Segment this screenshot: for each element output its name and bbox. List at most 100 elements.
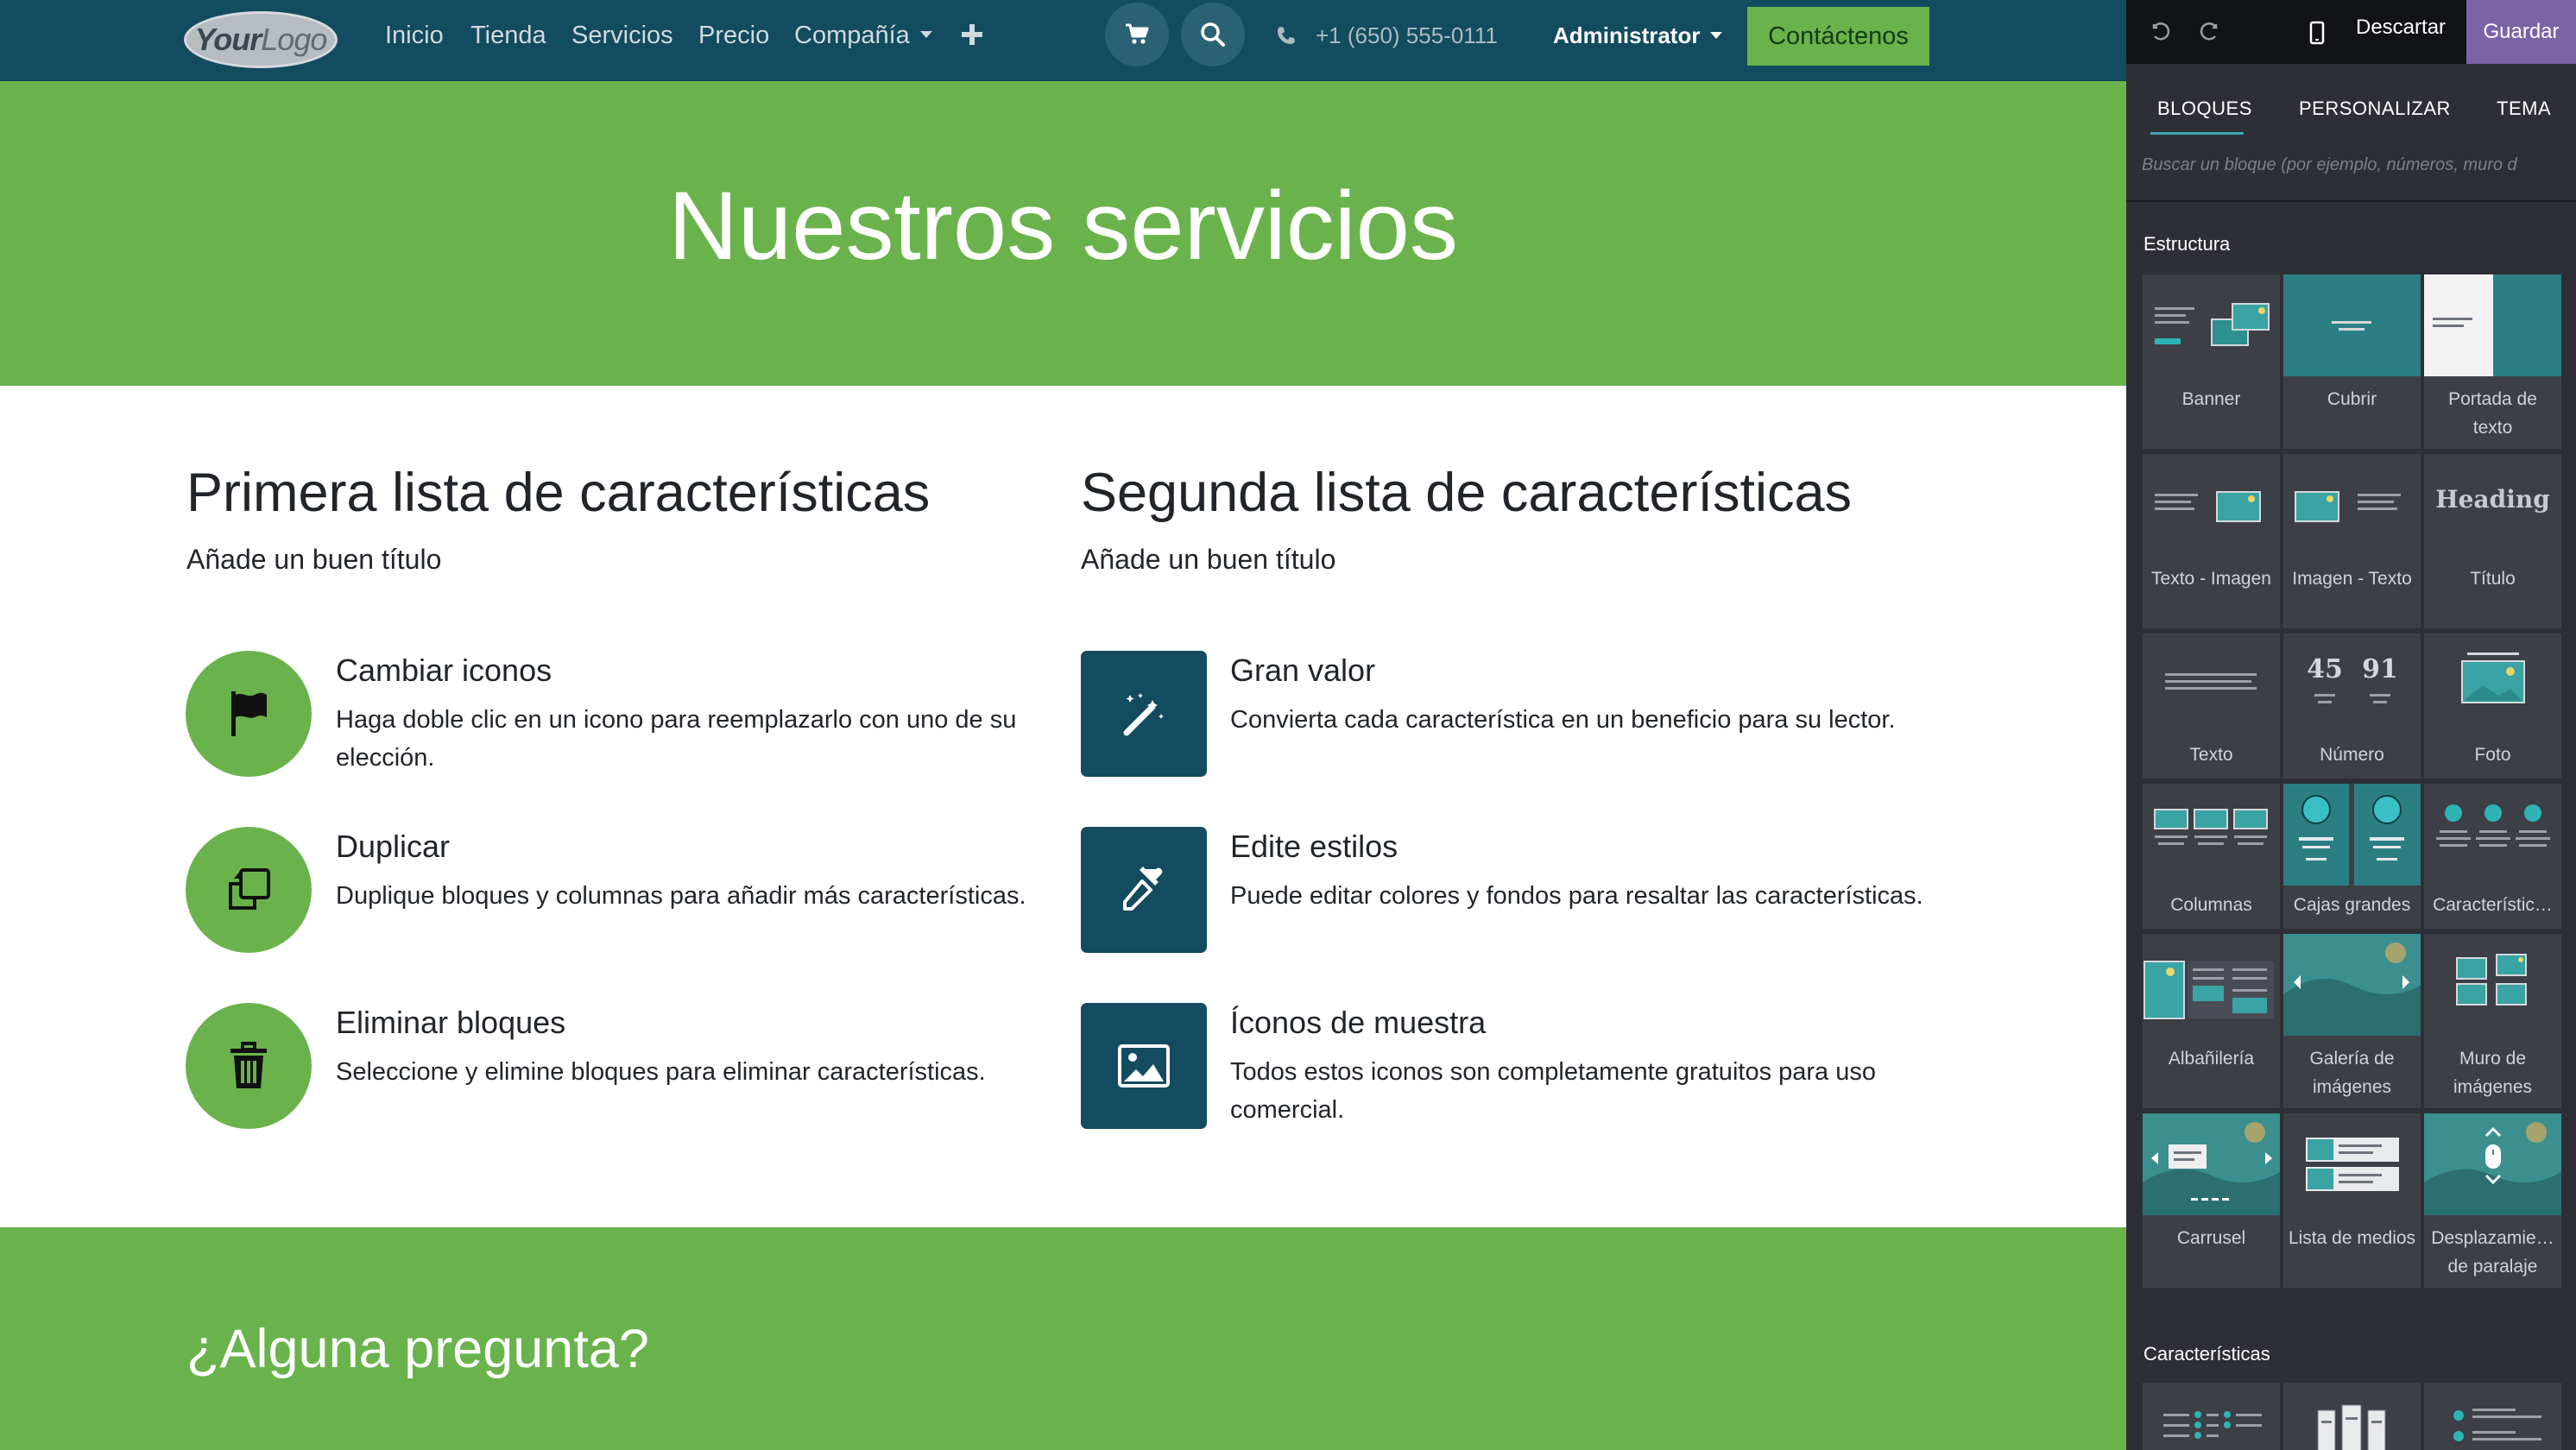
block-foto[interactable]: Foto [2424, 634, 2561, 779]
block-label: Característic… [2433, 895, 2553, 915]
nav-compania-label: Compañía [794, 22, 910, 49]
user-caret-icon [1710, 32, 1723, 40]
nav-servicios[interactable]: Servicios [571, 0, 673, 71]
user-name: Administrator [1553, 22, 1701, 48]
block-cajas-grandes[interactable]: Cajas grandes [2283, 784, 2421, 929]
divider [2126, 200, 2576, 202]
feature-title: Eliminar bloques [336, 1005, 566, 1040]
parallax-thumb-icon [2424, 1113, 2561, 1215]
block-albanileria[interactable]: Albañilería [2143, 934, 2280, 1108]
phone-icon [1278, 27, 1295, 44]
gallery-thumb-icon [2283, 934, 2421, 1036]
photo-thumb-icon [2461, 652, 2525, 703]
text-cover-thumb-icon [2424, 274, 2561, 376]
block-columnas[interactable]: Columnas [2143, 784, 2280, 929]
text-thumb-icon [2165, 673, 2257, 690]
block-label: Portada de texto [2448, 389, 2537, 438]
feature-text: Seleccione y elimine bloques para elimin… [336, 1058, 986, 1086]
contact-button[interactable]: Contáctenos [1747, 7, 1929, 66]
mobile-preview-icon[interactable] [2300, 16, 2334, 50]
image-icon[interactable] [1081, 1003, 1207, 1129]
tab-bloques[interactable]: BLOQUES [2157, 98, 2252, 120]
block-features-1[interactable] [2143, 1383, 2280, 1450]
block-paralaje[interactable]: Desplazamie… de paralaje [2424, 1113, 2561, 1288]
block-portada-texto[interactable]: Portada de texto [2424, 274, 2561, 449]
tab-personalizar[interactable]: PERSONALIZAR [2299, 98, 2451, 120]
undo-icon[interactable] [2144, 16, 2178, 50]
trash-icon[interactable] [186, 1003, 312, 1129]
magic-wand-icon[interactable] [1081, 651, 1207, 777]
feature-columns-thumb-icon [2453, 1409, 2541, 1441]
number-thumb-text-2: 91 [2362, 654, 2398, 684]
cta-title: ¿Alguna pregunta? [186, 1319, 649, 1379]
block-imagen-texto[interactable]: Imagen - Texto [2283, 454, 2421, 628]
number-thumb-text-1: 45 [2307, 654, 2343, 684]
redo-icon[interactable] [2192, 16, 2226, 50]
block-titulo[interactable]: Heading Título [2424, 454, 2561, 628]
feature-title: Cambiar iconos [336, 652, 552, 688]
number-thumb-lines-icon [2314, 694, 2390, 703]
section-label-caracteristicas: Características [2144, 1343, 2270, 1365]
phone-link[interactable]: +1 (650) 555-0111 [1276, 0, 1498, 71]
block-cubrir[interactable]: Cubrir [2283, 274, 2421, 449]
block-label: Texto - Imagen [2151, 569, 2271, 589]
list2-title: Segunda lista de características [1081, 463, 1852, 523]
block-label: Carrusel [2176, 1228, 2246, 1248]
text-image-thumb-icon [2155, 491, 2261, 522]
phone-number: +1 (650) 555-0111 [1316, 22, 1498, 48]
section-label-estructura: Estructura [2144, 233, 2231, 255]
feature-text: Todos estos iconos son completamente gra… [1230, 1058, 1876, 1124]
flag-icon[interactable] [186, 651, 312, 777]
nav-inicio[interactable]: Inicio [385, 0, 444, 71]
copy-icon[interactable] [186, 827, 312, 953]
nav-compania[interactable]: Compañía [794, 0, 932, 71]
search-button[interactable] [1181, 3, 1245, 66]
block-label: Título [2470, 569, 2516, 589]
block-label: Columnas [2170, 895, 2252, 915]
block-texto-imagen[interactable]: Texto - Imagen [2143, 454, 2280, 628]
block-texto[interactable]: Texto [2143, 634, 2280, 779]
tab-tema[interactable]: TEMA [2497, 98, 2551, 120]
block-features-3[interactable] [2424, 1383, 2561, 1450]
feature-text: Puede editar colores y fondos para resal… [1230, 882, 1923, 910]
user-menu[interactable]: Administrator [1553, 0, 1723, 71]
block-label: Muro de imágenes [2453, 1049, 2533, 1097]
save-button[interactable]: Guardar [2466, 0, 2576, 64]
image-wall-thumb-icon [2456, 954, 2527, 1006]
list1-title: Primera lista de características [186, 463, 931, 523]
block-numero[interactable]: 45 91 Número [2283, 634, 2421, 779]
logo-text-logo: Logo [261, 22, 327, 57]
block-caracteristicas[interactable]: Característic… [2424, 784, 2561, 929]
discard-button[interactable]: Descartar [2356, 0, 2446, 55]
block-galeria[interactable]: Galería de imágenes [2283, 934, 2421, 1108]
editor-panel: Descartar Guardar BLOQUES PERSONALIZAR T… [2126, 0, 2576, 1450]
cart-button[interactable] [1105, 3, 1169, 66]
plus-icon[interactable] [957, 17, 988, 52]
carousel-thumb-icon [2143, 1113, 2280, 1215]
heading-thumb-text: Heading [2435, 485, 2550, 514]
block-label: Cubrir [2327, 389, 2377, 409]
editor-toolbar: Descartar Guardar [2126, 0, 2576, 64]
eyedropper-icon[interactable] [1081, 827, 1207, 953]
block-features-2[interactable] [2283, 1383, 2421, 1450]
nav-precio[interactable]: Precio [698, 0, 769, 71]
site-logo[interactable]: YourLogo [184, 11, 338, 68]
block-label: Galería de imágenes [2309, 1049, 2395, 1097]
nav-tienda[interactable]: Tienda [470, 0, 546, 71]
banner-thumb-icon [2155, 303, 2270, 346]
block-muro-imagenes[interactable]: Muro de imágenes [2424, 934, 2561, 1108]
feature-title: Gran valor [1230, 652, 1376, 688]
block-search-input[interactable]: Buscar un bloque (por ejemplo, números, … [2142, 155, 2565, 183]
big-boxes-thumb-icon [2283, 784, 2421, 886]
feature-text: Convierta cada característica en un bene… [1230, 706, 1896, 734]
block-lista-medios[interactable]: Lista de medios [2283, 1113, 2421, 1288]
search-icon [1201, 22, 1225, 47]
block-label: Número [2320, 745, 2384, 765]
block-banner[interactable]: Banner [2143, 274, 2280, 449]
list2-subtitle: Añade un buen título [1081, 544, 1336, 575]
hero-section: Nuestros servicios [0, 81, 2126, 386]
block-carrusel[interactable]: Carrusel [2143, 1113, 2280, 1288]
block-label: Cajas grandes [2293, 895, 2411, 915]
website-preview: YourLogo Inicio Tienda Servicios Precio … [0, 0, 2126, 1450]
features-thumb-icon [2436, 804, 2550, 847]
